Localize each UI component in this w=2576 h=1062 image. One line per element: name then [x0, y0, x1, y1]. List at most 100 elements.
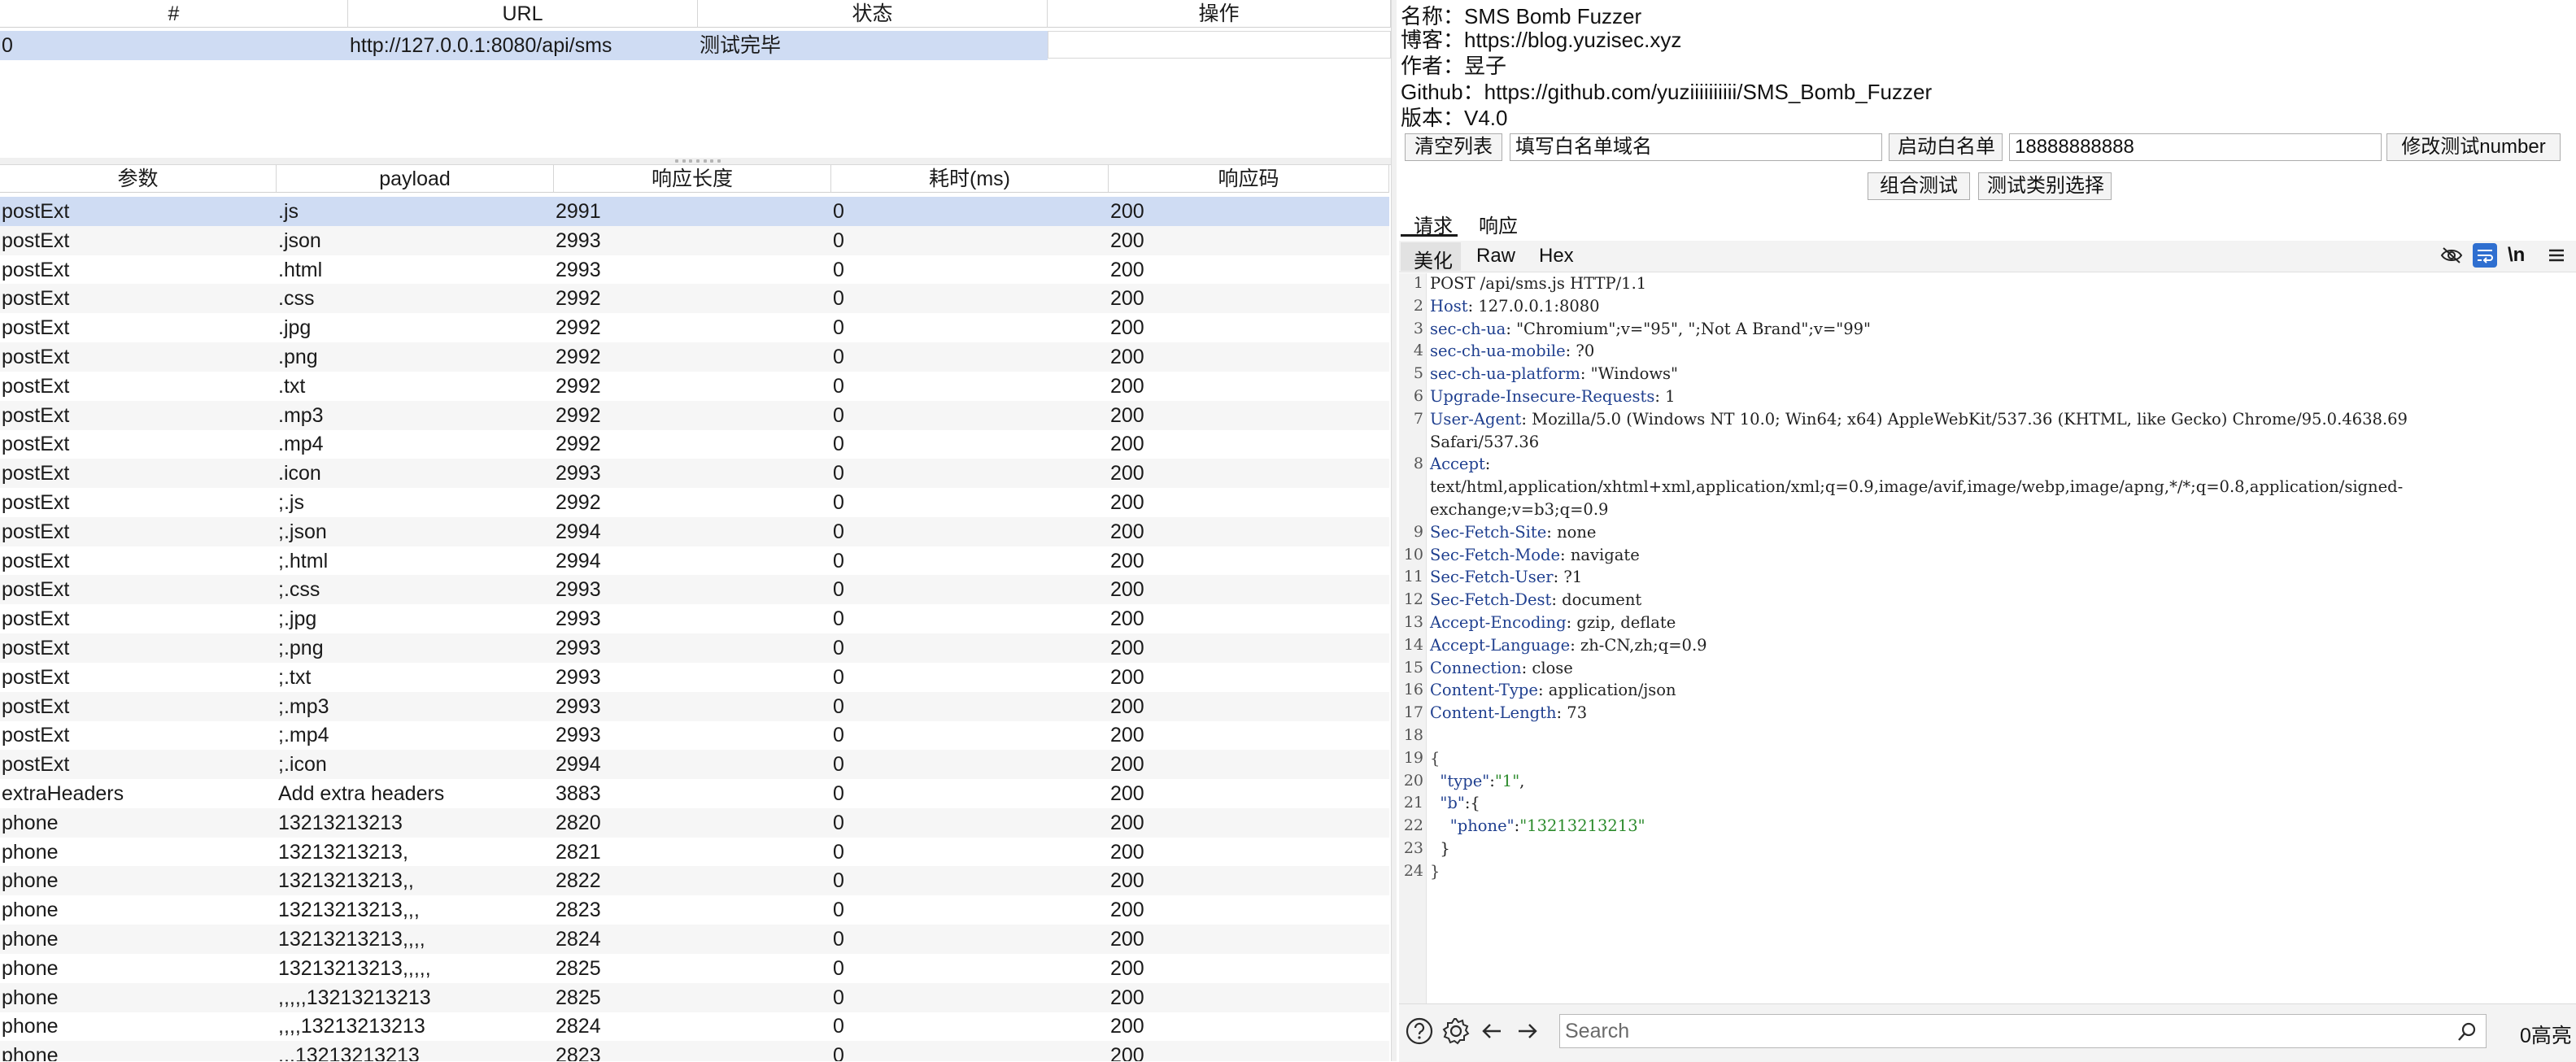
code-text: : 127.0.0.1:8080	[1467, 296, 1600, 316]
result-row[interactable]: postExt .json 2993 0 200	[0, 225, 1389, 255]
line-number: 13	[1403, 613, 1423, 631]
result-row[interactable]: phone 13213213213, 2821 0 200	[0, 838, 1389, 867]
code-line: }	[1430, 862, 1440, 881]
header-key: Accept-Encoding	[1430, 613, 1567, 632]
col-header-action[interactable]: 操作	[1048, 0, 1391, 28]
settings-gear-icon[interactable]	[1441, 1016, 1471, 1046]
result-length: 2993	[556, 694, 601, 718]
result-payload: ;.js	[278, 491, 304, 514]
hide-eye-icon[interactable]	[2439, 242, 2465, 268]
next-arrow-icon[interactable]	[1515, 1018, 1541, 1044]
line-number: 14	[1403, 635, 1423, 654]
result-row[interactable]: postExt .html 2993 0 200	[0, 255, 1389, 285]
header-key: Host	[1430, 296, 1468, 316]
result-length: 2992	[556, 403, 601, 427]
result-row[interactable]: postExt ;.mp3 2993 0 200	[0, 691, 1389, 721]
code-text: Safari/537.36	[1430, 432, 1540, 451]
col-header-url[interactable]: URL	[348, 0, 698, 28]
result-row[interactable]: postExt .mp4 2992 0 200	[0, 429, 1389, 459]
result-time: 0	[833, 316, 844, 340]
test-number-input[interactable]: 18888888888	[2009, 133, 2382, 161]
tab-response[interactable]: 响应	[1479, 210, 1518, 238]
result-code: 200	[1110, 1015, 1144, 1038]
col-header-status[interactable]: 状态	[698, 0, 1048, 28]
request-action[interactable]	[1048, 31, 1391, 59]
result-code: 200	[1110, 899, 1144, 922]
code-line: sec-ch-ua-platform: "Windows"	[1430, 364, 1678, 383]
col-header-time[interactable]: 耗时(ms)	[831, 165, 1109, 193]
previous-arrow-icon[interactable]	[1479, 1018, 1505, 1044]
result-param: postExt	[2, 287, 70, 311]
col-header-id[interactable]: #	[0, 0, 348, 28]
result-row[interactable]: phone 13213213213,,, 2823 0 200	[0, 895, 1389, 925]
header-key: Accept-Language	[1430, 635, 1571, 655]
result-row[interactable]: phone 13213213213,, 2822 0 200	[0, 866, 1389, 896]
result-row[interactable]: phone ,,,,,13213213213 2825 0 200	[0, 982, 1389, 1012]
result-payload: ;.jpg	[278, 607, 317, 631]
result-row[interactable]: postExt .txt 2992 0 200	[0, 372, 1389, 401]
result-row[interactable]: postExt ;.mp4 2993 0 200	[0, 720, 1389, 750]
combo-test-button[interactable]: 组合测试	[1868, 172, 1970, 200]
vertical-splitter[interactable]	[1391, 0, 1397, 1061]
results-table: postExt .js 2991 0 200 postExt .json 2993 0 200 po…	[0, 197, 1391, 1061]
header-key: sec-ch-ua-mobile	[1430, 342, 1566, 361]
result-row[interactable]: postExt .jpg 2992 0 200	[0, 313, 1389, 342]
header-key: Sec-Fetch-User	[1430, 568, 1554, 587]
result-code: 200	[1110, 403, 1144, 427]
menu-icon[interactable]	[2544, 244, 2569, 267]
result-row[interactable]: phone 13213213213 2820 0 200	[0, 807, 1389, 838]
result-row[interactable]: postExt ;.txt 2993 0 200	[0, 663, 1389, 692]
result-row[interactable]: postExt .png 2992 0 200	[0, 342, 1389, 372]
col-header-code[interactable]: 响应码	[1109, 165, 1389, 193]
col-header-payload[interactable]: payload	[277, 165, 554, 193]
search-icon[interactable]	[2455, 1020, 2479, 1044]
subtab-raw[interactable]: Raw	[1476, 245, 1515, 268]
result-row[interactable]: phone ,,,13213213213 2823 0 200	[0, 1041, 1389, 1061]
subtab-beautify[interactable]: 美化	[1414, 245, 1453, 273]
result-code: 200	[1110, 520, 1144, 543]
result-row[interactable]: postExt ;.icon 2994 0 200	[0, 750, 1389, 780]
result-code: 200	[1110, 607, 1144, 631]
result-length: 2825	[556, 956, 601, 980]
result-row[interactable]: phone 13213213213,,,, 2824 0 200	[0, 925, 1389, 954]
help-icon[interactable]	[1405, 1016, 1434, 1046]
modify-number-button[interactable]: 修改测试number	[2386, 133, 2561, 161]
col-header-param[interactable]: 参数	[0, 165, 277, 193]
result-row[interactable]: postExt ;.jpg 2993 0 200	[0, 604, 1389, 633]
request-row[interactable]: 0 http://127.0.0.1:8080/api/sms 测试完毕	[0, 31, 1391, 60]
col-header-length[interactable]: 响应长度	[554, 165, 831, 193]
result-row[interactable]: postExt .css 2992 0 200	[0, 284, 1389, 314]
newline-toggle[interactable]: \n	[2508, 244, 2525, 267]
result-param: postExt	[2, 316, 70, 340]
test-category-button[interactable]: 测试类别选择	[1978, 172, 2112, 200]
result-param: phone	[2, 1015, 59, 1038]
result-row[interactable]: postExt ;.css 2993 0 200	[0, 575, 1389, 605]
line-number: 9	[1413, 522, 1423, 541]
result-row[interactable]: postExt ;.js 2992 0 200	[0, 488, 1389, 517]
result-row[interactable]: postExt .icon 2993 0 200	[0, 459, 1389, 489]
result-row[interactable]: extraHeaders Add extra headers 3883 0 200	[0, 779, 1389, 808]
result-row[interactable]: postExt .js 2991 0 200	[0, 197, 1389, 226]
result-row[interactable]: phone 13213213213,,,,, 2825 0 200	[0, 954, 1389, 983]
result-length: 2993	[556, 607, 601, 631]
result-time: 0	[833, 694, 844, 718]
clear-list-button[interactable]: 清空列表	[1405, 133, 1502, 161]
result-row[interactable]: postExt ;.png 2993 0 200	[0, 633, 1389, 663]
result-time: 0	[833, 782, 844, 805]
wrap-lines-icon[interactable]	[2473, 243, 2497, 268]
result-time: 0	[833, 520, 844, 543]
result-row[interactable]: phone ,,,,13213213213 2824 0 200	[0, 1012, 1389, 1041]
subtab-hex[interactable]: Hex	[1539, 245, 1574, 268]
result-row[interactable]: postExt ;.html 2994 0 200	[0, 546, 1389, 576]
code-line: Accept-Language: zh-CN,zh;q=0.9	[1430, 636, 1707, 655]
result-payload: ;.html	[278, 549, 329, 572]
code-text: :	[1484, 455, 1491, 474]
result-row[interactable]: postExt ;.json 2994 0 200	[0, 516, 1389, 546]
search-input[interactable]: Search	[1559, 1014, 2487, 1048]
result-length: 2993	[556, 578, 601, 602]
result-payload: ;.txt	[278, 665, 312, 689]
result-time: 0	[833, 637, 844, 659]
whitelist-domain-input[interactable]: 填写白名单域名	[1510, 133, 1882, 161]
result-row[interactable]: postExt .mp3 2992 0 200	[0, 400, 1389, 430]
enable-whitelist-button[interactable]: 启动白名单	[1889, 133, 2003, 161]
